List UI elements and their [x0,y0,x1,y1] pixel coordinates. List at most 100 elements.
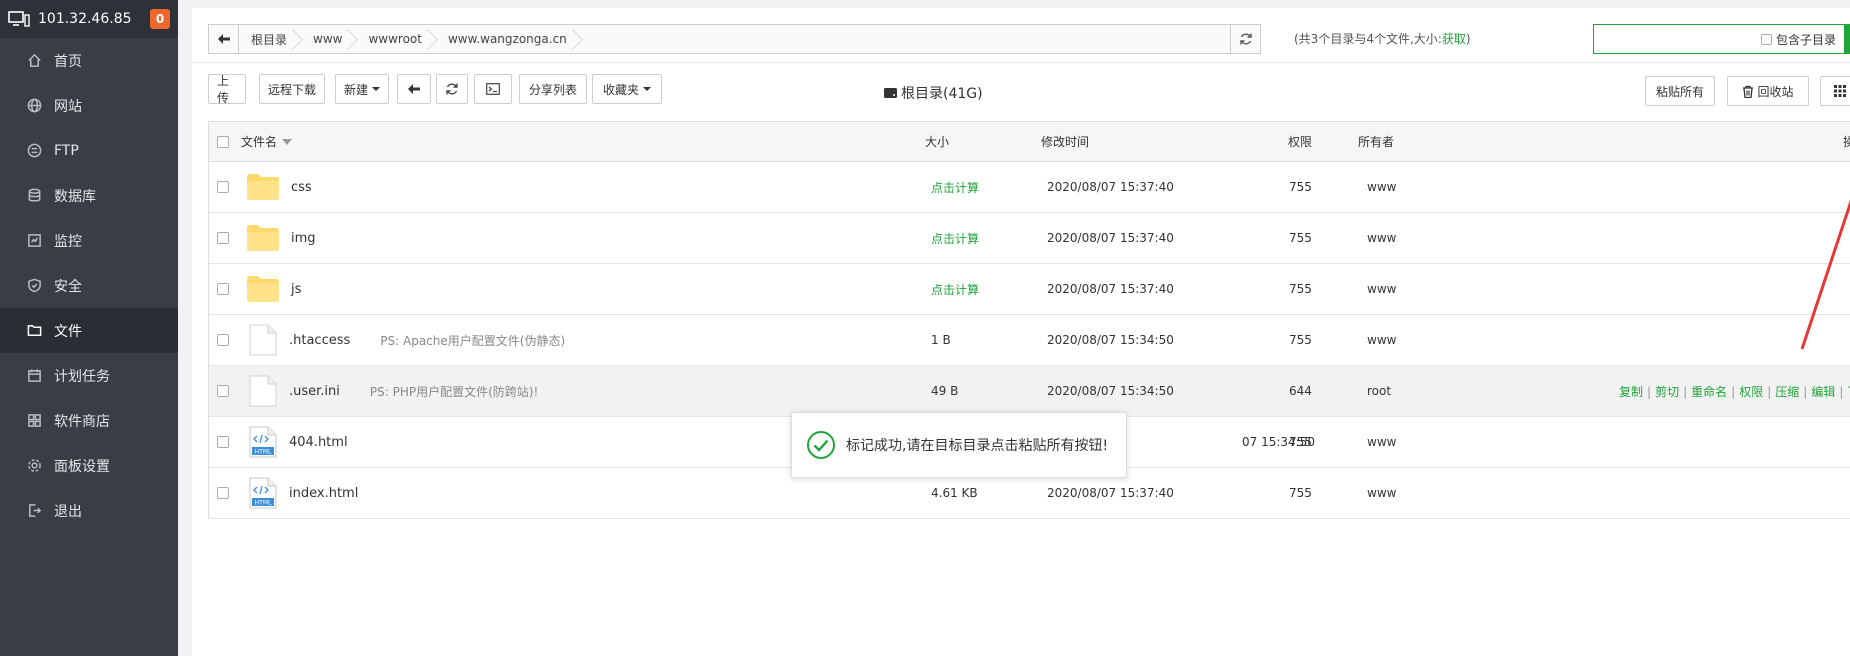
file-name-cell[interactable]: HTML 404.html [247,426,348,458]
sidebar-item-website[interactable]: 网站 [0,83,178,128]
owner[interactable]: www [1367,333,1396,347]
view-grid-button[interactable] [1820,76,1850,106]
cut-link[interactable]: 剪切 [1655,385,1679,399]
sidebar-item-files[interactable]: 文件 [0,308,178,353]
sidebar-item-label: 软件商店 [54,413,110,430]
owner[interactable]: www [1367,180,1396,194]
table-row[interactable]: .user.ini PS: PHP用户配置文件(防跨站)! 49 B 2020/… [209,366,1850,417]
file-note: PS: Apache用户配置文件(伪静态) [380,333,566,348]
sidebar-item-cron[interactable]: 计划任务 [0,353,178,398]
owner[interactable]: www [1367,282,1396,296]
refresh-button[interactable] [436,74,468,104]
include-subdir-checkbox[interactable] [1760,33,1772,45]
calc-size-link[interactable]: 点击计算 [931,281,979,298]
html-file-icon: HTML [249,477,277,509]
new-dropdown-button[interactable]: 新建 [335,74,389,104]
row-checkbox[interactable] [217,334,229,346]
file-name-cell[interactable]: .htaccess PS: Apache用户配置文件(伪静态) [247,324,565,356]
path-back-button[interactable] [209,25,239,53]
file-name-cell[interactable]: HTML index.html [247,477,358,509]
apps-icon [27,414,41,427]
permission[interactable]: 644 [1289,384,1312,398]
annotation-arrow [1800,199,1850,350]
table-row[interactable]: js 点击计算 2020/08/07 15:37:40 755 www [209,264,1850,315]
notification-badge[interactable]: 0 [150,9,170,29]
permission-link[interactable]: 权限 [1739,385,1763,399]
file-name-cell[interactable]: img [247,225,316,251]
breadcrumb-label: wwwroot [368,32,422,46]
file-name-cell[interactable]: css [247,174,312,200]
row-checkbox[interactable] [217,181,229,193]
modified-time: 2020/08/07 15:37:40 [1047,231,1174,245]
copy-link[interactable]: 复制 [1619,385,1643,399]
row-checkbox[interactable] [217,385,229,397]
sidebar-item-settings[interactable]: 面板设置 [0,443,178,488]
calendar-icon [27,369,41,382]
sidebar-item-ftp[interactable]: FTP [0,128,178,173]
recycle-bin-button[interactable]: 回收站 [1727,76,1809,106]
edit-link[interactable]: 编辑 [1811,385,1835,399]
column-size-header[interactable]: 大小 [925,133,949,150]
file-name: js [291,281,302,297]
file-name-cell[interactable]: .user.ini PS: PHP用户配置文件(防跨站)! [247,375,538,407]
server-header: 101.32.46.85 0 [0,0,178,38]
breadcrumb-www[interactable]: www [301,25,356,53]
column-owner-header[interactable]: 所有者 [1358,133,1394,150]
directory-info: (共3个目录与4个文件,大小:获取) [1294,30,1471,47]
row-checkbox[interactable] [217,283,229,295]
breadcrumb-root[interactable]: 根目录 [239,25,301,53]
remote-download-button[interactable]: 远程下载 [259,74,325,104]
sidebar-item-logout[interactable]: 退出 [0,488,178,533]
owner[interactable]: root [1367,384,1391,398]
column-time-header[interactable]: 修改时间 [1041,133,1089,150]
sidebar-item-security[interactable]: 安全 [0,263,178,308]
owner[interactable]: www [1367,435,1396,449]
column-perm-header[interactable]: 权限 [1288,133,1312,150]
path-refresh-button[interactable] [1230,25,1260,53]
table-row[interactable]: css 点击计算 2020/08/07 15:37:40 755 www [209,162,1850,213]
file-name: index.html [289,485,359,501]
upload-button[interactable]: 上传 [208,74,246,105]
search-input[interactable]: 包含子目录 [1593,24,1850,54]
folder-icon [247,225,279,251]
row-checkbox[interactable] [217,232,229,244]
row-checkbox[interactable] [217,487,229,499]
paste-all-button[interactable]: 粘贴所有 [1645,76,1715,106]
select-all-checkbox[interactable] [217,135,229,148]
disk-info[interactable]: 根目录(41G) [884,83,983,103]
sidebar-item-database[interactable]: 数据库 [0,173,178,218]
calc-size-link[interactable]: 点击计算 [931,179,979,196]
sidebar-item-store[interactable]: 软件商店 [0,398,178,443]
table-row[interactable]: img 点击计算 2020/08/07 15:37:40 755 www [209,213,1850,264]
divider [192,62,1850,63]
get-size-link[interactable]: 获取 [1442,32,1466,46]
calc-size-link[interactable]: 点击计算 [931,230,979,247]
permission[interactable]: 755 [1289,282,1312,296]
permission[interactable]: 755 [1289,180,1312,194]
permission[interactable]: 755 [1289,486,1312,500]
rename-link[interactable]: 重命名 [1691,385,1727,399]
row-checkbox[interactable] [217,436,229,448]
permission[interactable]: 755 [1289,333,1312,347]
modified-time: 2020/08/07 15:34:50 [1047,333,1174,347]
compress-link[interactable]: 压缩 [1775,385,1799,399]
terminal-button[interactable] [474,74,512,104]
svg-text:HTML: HTML [255,449,272,456]
table-row[interactable]: .htaccess PS: Apache用户配置文件(伪静态) 1 B 2020… [209,315,1850,366]
file-name-cell[interactable]: js [247,276,301,302]
header-label: 文件名 [241,135,278,149]
sidebar-item-home[interactable]: 首页 [0,38,178,83]
favorites-dropdown-button[interactable]: 收藏夹 [592,74,662,104]
owner[interactable]: www [1367,486,1396,500]
back-button[interactable] [397,74,431,104]
owner[interactable]: www [1367,231,1396,245]
share-list-button[interactable]: 分享列表 [519,74,587,104]
breadcrumb-site[interactable]: www.wangzonga.cn [436,25,581,53]
breadcrumb-wwwroot[interactable]: wwwroot [356,25,436,53]
permission[interactable]: 755 [1289,231,1312,245]
permission[interactable]: 755 [1289,435,1312,449]
sidebar-item-monitor[interactable]: 监控 [0,218,178,263]
path-input-area[interactable] [581,25,1230,53]
file-note: PS: PHP用户配置文件(防跨站)! [369,384,539,399]
column-name-header[interactable]: 文件名 [241,133,293,150]
